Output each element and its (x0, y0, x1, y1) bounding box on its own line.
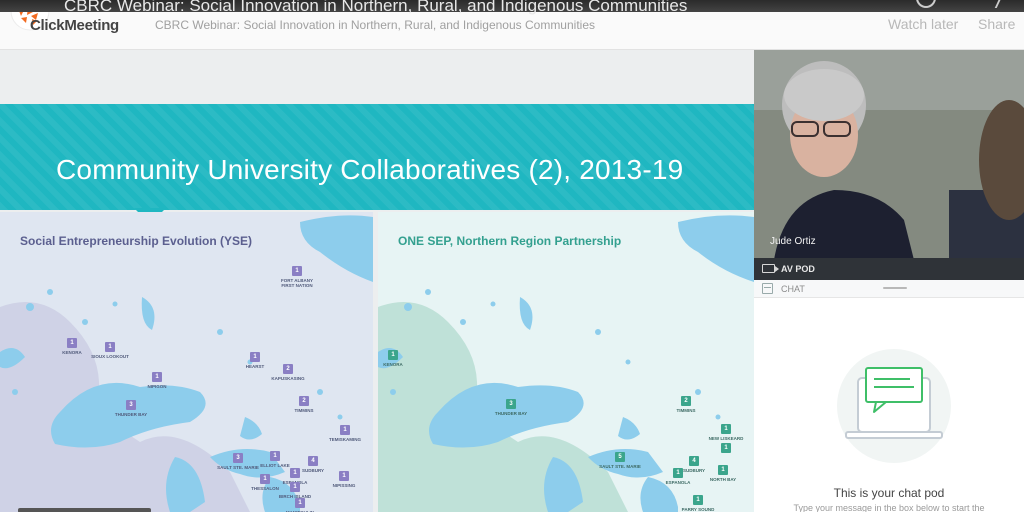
speaker-name: Jude Ortiz (770, 236, 816, 247)
chat-pod-icon (762, 283, 773, 294)
yse-marker-label: SAULT STE. MARIE (217, 465, 259, 470)
chat-pod-label: CHAT (781, 284, 805, 294)
watch-later-button[interactable]: Watch later (888, 16, 958, 32)
map-yse-title: Social Entrepreneurship Evolution (YSE) (20, 234, 253, 248)
one-sep-marker-count: 1 (673, 468, 683, 478)
chat-pod-header[interactable]: CHAT (754, 280, 1024, 298)
yse-marker-count: 4 (308, 456, 318, 466)
one-sep-marker-label: NEW LISKEARD (708, 436, 744, 441)
chat-resize-handle[interactable] (883, 287, 907, 289)
webinar-screen: ClickMeeting CBRC Webinar: Social Innova… (0, 0, 1024, 512)
yse-marker-label: SIOUX LOOKOUT (91, 354, 129, 359)
slide-title: Community University Collaboratives (2),… (56, 154, 684, 185)
av-pod-bar[interactable]: AV POD (754, 258, 1024, 280)
yse-marker-count: 3 (126, 400, 136, 410)
yse-marker-count: 1 (295, 498, 305, 508)
chat-bubble-icon (837, 349, 951, 463)
yse-marker-label: NIPISSING (332, 483, 356, 488)
one-sep-marker-count: 3 (506, 399, 516, 409)
yse-marker-count: 1 (250, 352, 260, 362)
yse-marker-label: KAPUSKASING (271, 376, 305, 381)
yse-marker-count: 2 (299, 396, 309, 406)
yse-marker-count: 1 (105, 342, 115, 352)
one-sep-marker-count: 1 (721, 443, 731, 453)
map-one-sep-title: ONE SEP, Northern Region Partnership (398, 234, 622, 248)
video-camera-icon (762, 264, 779, 273)
logo-text: ClickMeeting (30, 17, 119, 34)
yse-marker-label: NIPIGON (147, 384, 167, 389)
yse-marker-count: 1 (67, 338, 77, 348)
map-one-sep-graphic (378, 215, 754, 512)
one-sep-marker-count: 1 (693, 495, 703, 505)
speaker-video-frame (754, 50, 1024, 260)
yse-marker-label: FORT ALBANY FIRST NATION (280, 278, 314, 288)
yse-marker-count: 1 (152, 372, 162, 382)
yse-marker-count: 1 (290, 468, 300, 478)
yse-marker-count: 1 (340, 425, 350, 435)
one-sep-marker-count: 1 (388, 350, 398, 360)
yse-marker-count: 1 (260, 474, 270, 484)
yse-marker-count: 1 (292, 266, 302, 276)
one-sep-marker-label: ESPANOLA (665, 480, 691, 485)
one-sep-marker-count: 1 (721, 424, 731, 434)
one-sep-marker-label: KENORA (383, 362, 403, 367)
yse-marker-label: TEMISKAMING (329, 437, 361, 442)
one-sep-marker-count: 5 (615, 452, 625, 462)
one-sep-marker-count: 1 (718, 465, 728, 475)
map-yse: Social Entrepreneurship Evolution (YSE) … (0, 212, 373, 512)
chat-empty-subtitle: Type your message in the box below to st… (793, 503, 985, 512)
yse-marker-label: TIMMINS (294, 408, 314, 413)
map-one-sep: ONE SEP, Northern Region Partnership 1 KE… (378, 212, 754, 512)
map-yse-graphic (0, 215, 373, 512)
slide-scrollbar[interactable] (18, 508, 151, 512)
one-sep-marker-label: SAULT STE. MARIE (599, 464, 641, 469)
one-sep-marker-label: NORTH BAY (709, 477, 737, 482)
meeting-title: CBRC Webinar: Social Innovation in North… (155, 18, 595, 32)
video-title[interactable]: CBRC Webinar: Social Innovation in North… (64, 0, 687, 16)
yse-marker-label: THESSALON (251, 486, 279, 491)
yse-marker-count: 3 (233, 453, 243, 463)
yse-marker-label: THUNDER BAY (114, 412, 148, 417)
one-sep-marker-count: 4 (689, 456, 699, 466)
presentation-slide: Community University Collaboratives (2),… (0, 50, 754, 512)
yse-marker-count: 1 (290, 482, 300, 492)
yse-marker-count: 2 (283, 364, 293, 374)
one-sep-marker-label: TIMMINS (676, 408, 696, 413)
one-sep-marker-count: 2 (681, 396, 691, 406)
chat-pod: CHAT This is your chat pod Type your mes… (754, 280, 1024, 512)
webcam-video: Jude Ortiz (754, 50, 1024, 260)
one-sep-marker-label: PARRY SOUND (681, 507, 715, 512)
one-sep-marker-label: THUNDER BAY (494, 411, 528, 416)
yse-marker-count: 1 (270, 451, 280, 461)
av-pod-label: AV POD (781, 264, 815, 274)
share-button[interactable]: Share (978, 16, 1015, 32)
chat-empty-title: This is your chat pod (833, 486, 945, 500)
yse-marker-label: HEARST (245, 364, 265, 369)
yse-marker-count: 1 (339, 471, 349, 481)
